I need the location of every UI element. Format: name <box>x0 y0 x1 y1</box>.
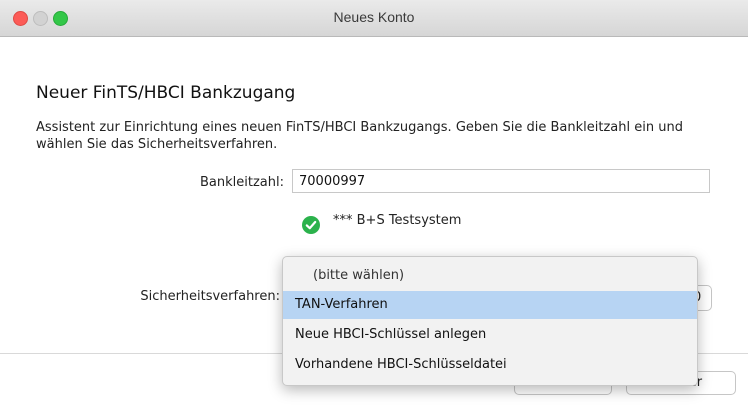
description-text: Assistent zur Einrichtung eines neuen Fi… <box>36 120 683 152</box>
dropdown-option-existing-keyfile[interactable]: Vorhandene HBCI-Schlüsseldatei <box>283 351 697 379</box>
dropdown-placeholder: (bitte wählen) <box>313 268 405 283</box>
dialog-content: Neuer FinTS/HBCI Bankzugang Assistent zu… <box>0 37 748 414</box>
dropdown-option-new-keys[interactable]: Neue HBCI-Schlüssel anlegen <box>283 321 697 349</box>
bank-code-label: Bankleitzahl: <box>200 175 284 190</box>
security-method-dropdown: (bitte wählen) TAN-Verfahren Neue HBCI-S… <box>282 256 698 386</box>
security-method-label: Sicherheitsverfahren: <box>140 289 280 304</box>
title-bar: Neues Konto <box>0 0 748 37</box>
dropdown-option-tan[interactable]: TAN-Verfahren <box>283 291 697 319</box>
checkmark-icon <box>302 216 320 234</box>
window-title: Neues Konto <box>333 9 415 25</box>
bank-code-input[interactable] <box>292 169 710 193</box>
bank-name-text: *** B+S Testsystem <box>333 213 462 228</box>
page-title: Neuer FinTS/HBCI Bankzugang <box>36 83 296 103</box>
